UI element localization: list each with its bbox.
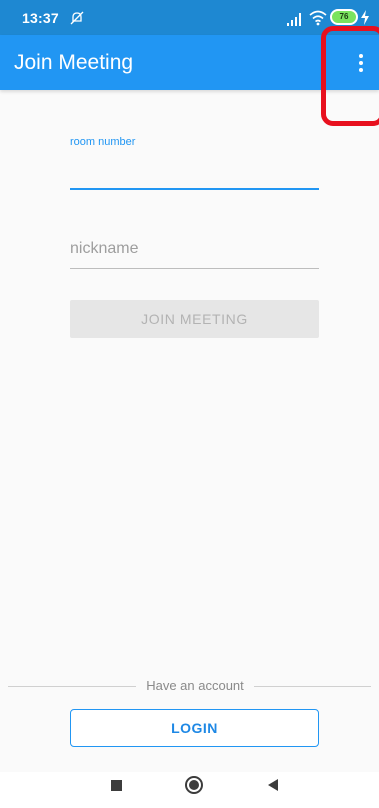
divider-right <box>254 686 371 687</box>
battery-icon: 76 <box>330 9 358 25</box>
battery-level: 76 <box>339 12 349 21</box>
navigation-bar <box>0 772 379 808</box>
have-account-text: Have an account <box>146 678 244 693</box>
join-meeting-screen: 13:37 76 Join Meeting room number nickna… <box>0 0 379 808</box>
more-vert-icon[interactable] <box>350 51 372 75</box>
join-meeting-button[interactable]: JOIN MEETING <box>70 300 319 338</box>
room-number-input[interactable] <box>70 150 319 190</box>
mute-icon <box>70 11 84 25</box>
wifi-icon <box>309 10 327 26</box>
home-icon[interactable] <box>185 776 203 794</box>
signal-icon <box>287 13 301 26</box>
status-time: 13:37 <box>22 10 59 26</box>
back-icon[interactable] <box>268 779 278 791</box>
charging-icon <box>361 10 369 25</box>
app-bar: Join Meeting <box>0 35 379 90</box>
nickname-input[interactable] <box>70 230 319 269</box>
room-number-label: room number <box>70 136 136 148</box>
app-title: Join Meeting <box>14 51 134 74</box>
login-button[interactable]: LOGIN <box>70 709 319 747</box>
divider-left <box>8 686 136 687</box>
status-bar: 13:37 76 <box>0 0 379 35</box>
recents-icon[interactable] <box>111 780 122 791</box>
